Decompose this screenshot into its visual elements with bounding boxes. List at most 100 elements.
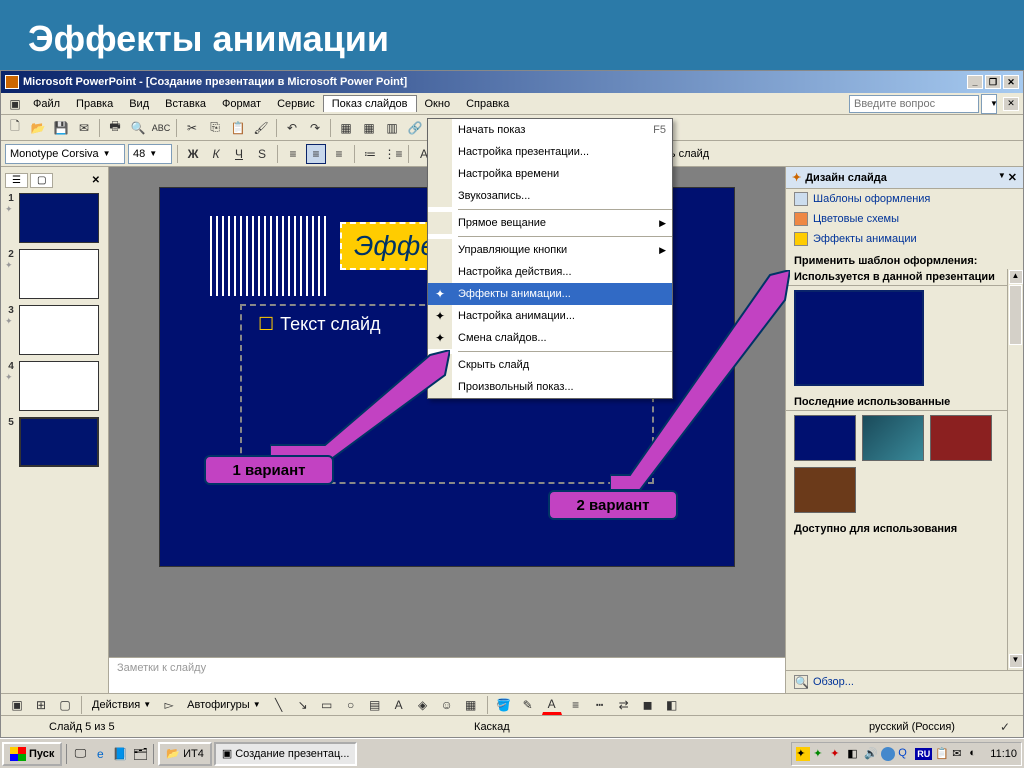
template-thumb[interactable]	[862, 415, 924, 461]
arrow-style-icon[interactable]: ⇄	[614, 695, 634, 715]
menu-tools[interactable]: Сервис	[269, 96, 323, 112]
help-input[interactable]	[849, 95, 979, 113]
redo-icon[interactable]: ↷	[305, 118, 325, 138]
autoshapes-menu[interactable]: Автофигуры ▼	[183, 697, 265, 713]
slide-thumb-2[interactable]	[19, 249, 99, 299]
browse-link[interactable]: 🔍Обзор...	[794, 675, 1015, 689]
scroll-up-icon[interactable]: ▲	[1009, 270, 1023, 284]
textbox-icon[interactable]: ▤	[365, 695, 385, 715]
table-icon[interactable]: ▦	[359, 118, 379, 138]
fill-color-icon[interactable]: 🪣	[494, 695, 514, 715]
tray-icon[interactable]: ◧	[847, 747, 861, 761]
arrow-icon[interactable]: ↘	[293, 695, 313, 715]
slide-thumb-5[interactable]	[19, 417, 99, 467]
new-icon[interactable]: 🗋	[5, 118, 25, 138]
tables-borders-icon[interactable]: ▥	[382, 118, 402, 138]
view-sorter-icon[interactable]: ⊞	[31, 695, 51, 715]
tray-icon[interactable]: ✦	[813, 747, 827, 761]
taskbar-folder-button[interactable]: 📂 ИТ4	[158, 742, 211, 766]
task-pane-scrollbar[interactable]: ▲ ▼	[1007, 269, 1023, 670]
taskbar-powerpoint-button[interactable]: ▣ Создание презентац...	[214, 742, 358, 766]
tray-icon[interactable]: ◐	[969, 747, 983, 761]
line-style-icon[interactable]: ≡	[566, 695, 586, 715]
notes-pane[interactable]: Заметки к слайду	[109, 657, 785, 693]
menu-window[interactable]: Окно	[417, 96, 459, 112]
tray-volume-icon[interactable]: 🔊	[864, 747, 878, 761]
italic-icon[interactable]: К	[206, 144, 226, 164]
chart-icon[interactable]: ▦	[336, 118, 356, 138]
language-indicator[interactable]: RU	[915, 748, 932, 760]
help-dropdown[interactable]: ▼	[981, 94, 997, 114]
line-icon[interactable]: ╲	[269, 695, 289, 715]
tray-icon[interactable]: ✦	[796, 747, 810, 761]
tray-icon[interactable]: 📋	[935, 747, 949, 761]
save-icon[interactable]: 💾	[51, 118, 71, 138]
undo-icon[interactable]: ↶	[282, 118, 302, 138]
template-current[interactable]	[794, 290, 924, 386]
paste-icon[interactable]: 📋	[228, 118, 248, 138]
shadow-icon[interactable]: S	[252, 144, 272, 164]
actions-menu[interactable]: Действия ▼	[88, 697, 155, 713]
menu-item-прямое-вещание[interactable]: Прямое вещание▶	[428, 212, 672, 234]
scroll-down-icon[interactable]: ▼	[1009, 654, 1023, 668]
slide-thumb-3[interactable]	[19, 305, 99, 355]
view-slideshow-icon[interactable]: ▢	[55, 695, 75, 715]
close-button[interactable]: ✕	[1003, 75, 1019, 89]
mdi-close-button[interactable]: ✕	[1003, 97, 1019, 111]
font-size-combo[interactable]: 48▼	[128, 144, 172, 164]
menu-item-настройка-времени[interactable]: Настройка времени	[428, 163, 672, 185]
tray-icon[interactable]: Q	[898, 747, 912, 761]
templates-link[interactable]: Шаблоны оформления	[786, 189, 1023, 209]
restore-button[interactable]: ❐	[985, 75, 1001, 89]
shadow-style-icon[interactable]: ◼	[638, 695, 658, 715]
line-color-icon[interactable]: ✎	[518, 695, 538, 715]
template-thumb[interactable]	[794, 467, 856, 513]
view-normal-icon[interactable]: ▣	[7, 695, 27, 715]
task-pane-dropdown-icon[interactable]: ▼	[998, 171, 1006, 184]
status-spellcheck-icon[interactable]: ✓	[995, 717, 1015, 737]
menu-insert[interactable]: Вставка	[157, 96, 214, 112]
align-right-icon[interactable]: ≡	[329, 144, 349, 164]
underline-icon[interactable]: Ч	[229, 144, 249, 164]
menu-edit[interactable]: Правка	[68, 96, 121, 112]
rectangle-icon[interactable]: ▭	[317, 695, 337, 715]
menu-item-звукозапись-[interactable]: Звукозапись...	[428, 185, 672, 207]
align-left-icon[interactable]: ≡	[283, 144, 303, 164]
quicklaunch-app-icon[interactable]: 🗂	[131, 745, 149, 763]
spellcheck-icon[interactable]: ABC	[151, 118, 171, 138]
outline-tab[interactable]: ☰	[5, 173, 28, 188]
picture-icon[interactable]: ▦	[461, 695, 481, 715]
clipart-icon[interactable]: ☺	[437, 695, 457, 715]
align-center-icon[interactable]: ≡	[306, 144, 326, 164]
slide-thumb-1[interactable]	[19, 193, 99, 243]
menu-item-управляющие-кнопки[interactable]: Управляющие кнопки▶	[428, 239, 672, 261]
menu-help[interactable]: Справка	[458, 96, 517, 112]
mail-icon[interactable]: ✉	[74, 118, 94, 138]
oval-icon[interactable]: ○	[341, 695, 361, 715]
cut-icon[interactable]: ✂	[182, 118, 202, 138]
format-painter-icon[interactable]: 🖌	[251, 118, 271, 138]
tray-icon[interactable]: ✉	[952, 747, 966, 761]
animation-effects-link[interactable]: Эффекты анимации	[786, 229, 1023, 249]
help-search[interactable]	[849, 95, 979, 113]
menu-slideshow[interactable]: Показ слайдов	[323, 95, 417, 112]
font-color-icon[interactable]: A	[542, 695, 562, 715]
bullets-icon[interactable]: ⋮≡	[383, 144, 403, 164]
tray-icon[interactable]: ✦	[830, 747, 844, 761]
color-schemes-link[interactable]: Цветовые схемы	[786, 209, 1023, 229]
start-button[interactable]: Пуск	[2, 742, 62, 766]
template-thumb[interactable]	[930, 415, 992, 461]
bold-icon[interactable]: Ж	[183, 144, 203, 164]
menu-view[interactable]: Вид	[121, 96, 157, 112]
print-icon[interactable]: 🖶	[105, 118, 125, 138]
task-pane-close-icon[interactable]: ✕	[1008, 171, 1017, 184]
slides-tab[interactable]: ▢	[30, 173, 53, 188]
quicklaunch-desktop-icon[interactable]: 🖵	[71, 745, 89, 763]
diagram-icon[interactable]: ◈	[413, 695, 433, 715]
wordart-icon[interactable]: A	[389, 695, 409, 715]
menu-item-настройка-презентации-[interactable]: Настройка презентации...	[428, 141, 672, 163]
app-menu-icon[interactable]: ▣	[5, 94, 25, 114]
slide-thumb-4[interactable]	[19, 361, 99, 411]
quicklaunch-ie-icon[interactable]: e	[91, 745, 109, 763]
template-thumb[interactable]	[794, 415, 856, 461]
